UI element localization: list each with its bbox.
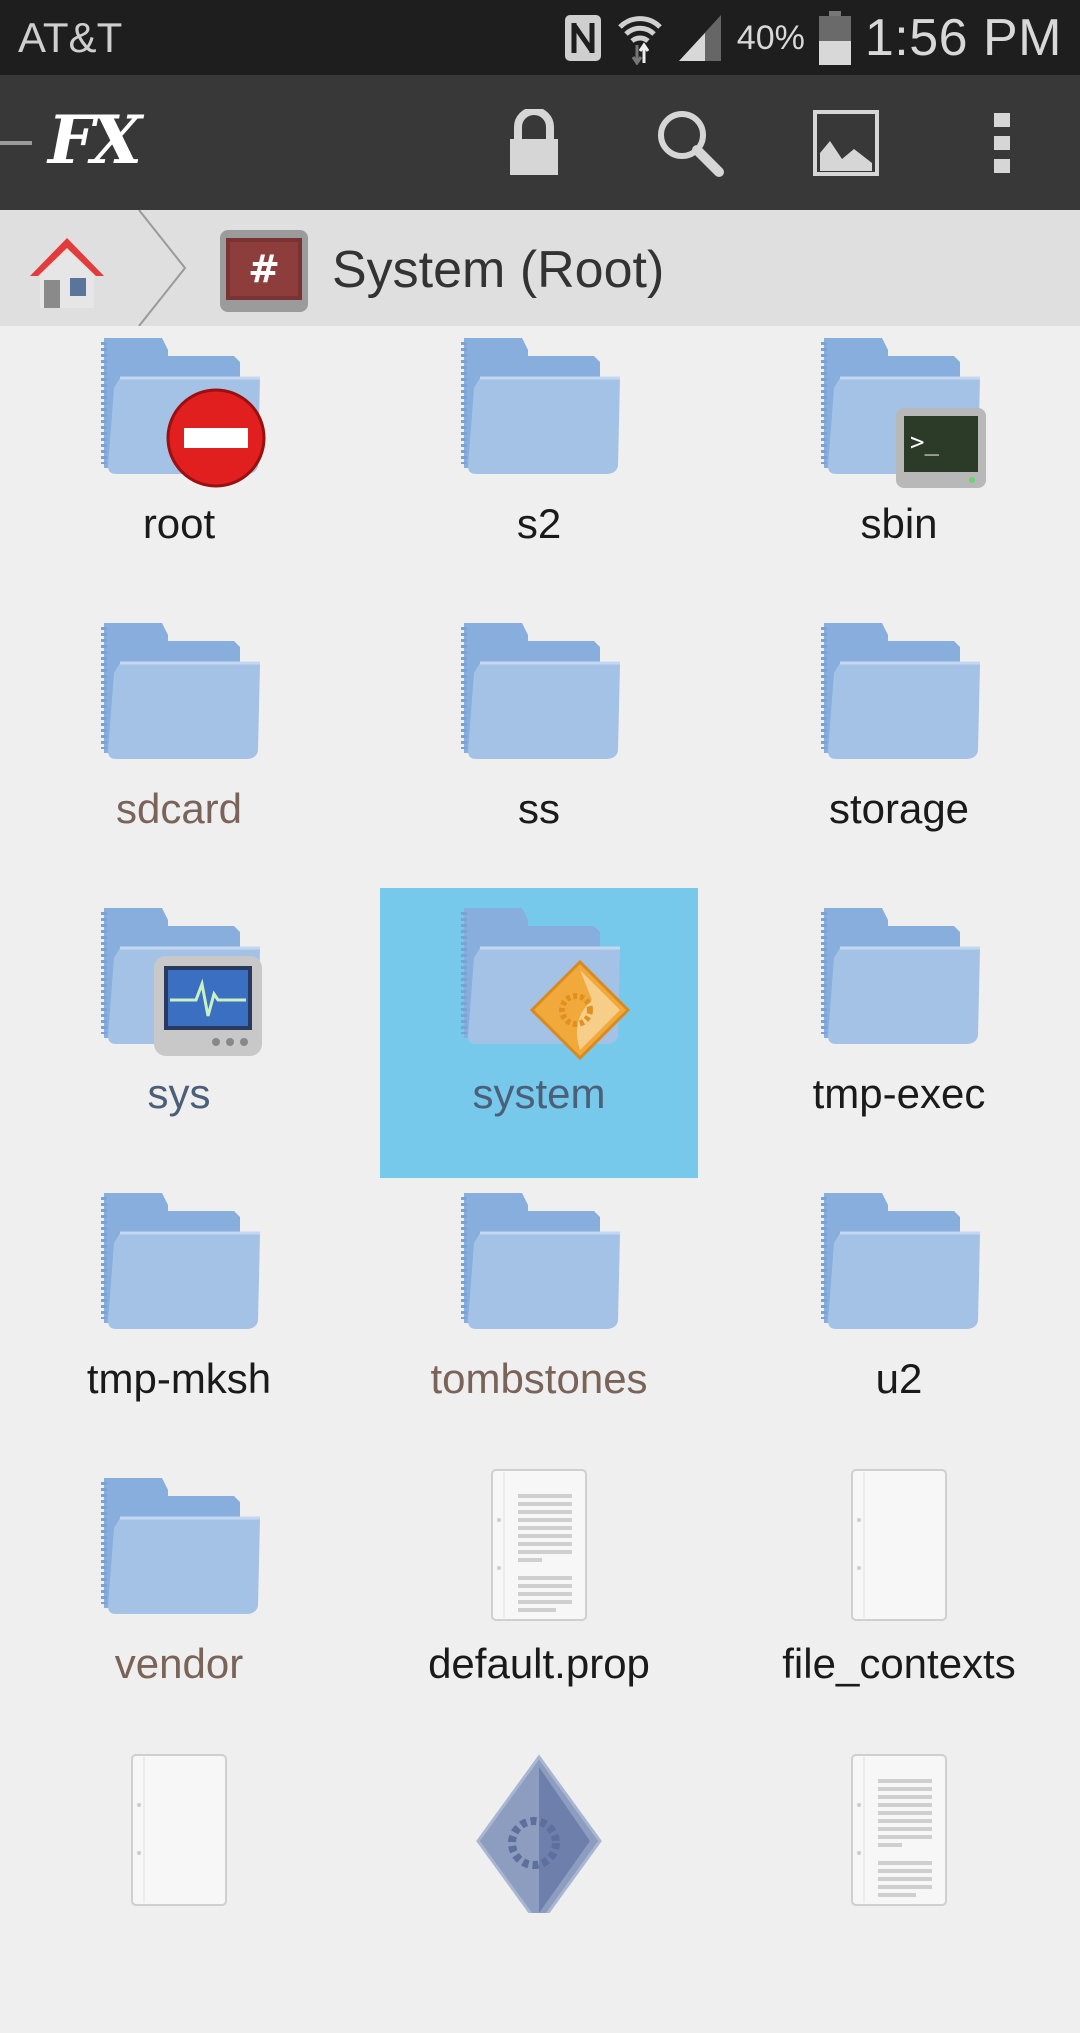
nfc-icon <box>564 15 601 61</box>
file-item[interactable]: default.prop <box>380 1458 698 1748</box>
root-hash-icon[interactable]: # <box>218 228 310 314</box>
battery-icon <box>818 11 851 65</box>
signal-icon <box>678 15 721 61</box>
text-file-icon <box>814 1753 984 1913</box>
gear-diamond-badge-icon <box>530 960 630 1060</box>
item-label: vendor <box>114 1640 244 1687</box>
folder-icon <box>814 1183 984 1343</box>
folder-item[interactable]: storage <box>740 603 1058 893</box>
folder-icon <box>454 328 624 488</box>
folder-item[interactable]: >_sbin <box>740 318 1058 608</box>
overflow-menu-button[interactable] <box>962 103 1042 183</box>
folder-item[interactable]: s2 <box>380 318 698 608</box>
lock-button[interactable] <box>494 103 574 183</box>
item-label: root <box>142 500 216 547</box>
overflow-menu-icon <box>994 113 1010 173</box>
folder-item[interactable]: sdcard <box>20 603 338 893</box>
file-item[interactable]: file_contexts <box>740 1458 1058 1748</box>
item-label: tombstones <box>430 1355 648 1402</box>
image-icon <box>813 110 879 176</box>
folder-item[interactable]: u2 <box>740 1173 1058 1463</box>
item-label: system <box>472 1070 606 1117</box>
blank-file-icon <box>94 1753 264 1913</box>
wifi-icon <box>617 16 662 65</box>
gallery-button[interactable] <box>806 103 886 183</box>
item-label: u2 <box>875 1355 923 1402</box>
folder-icon <box>94 328 266 488</box>
item-label: s2 <box>516 500 562 547</box>
folder-item[interactable]: tmp-exec <box>740 888 1058 1178</box>
folder-icon: >_ <box>814 328 986 488</box>
battery-percent: 40% <box>736 18 805 57</box>
folder-icon <box>94 1183 264 1343</box>
current-folder-label[interactable]: System (Root) <box>332 240 664 300</box>
text-file-icon <box>454 1468 624 1628</box>
action-bar: FX <box>0 75 1080 210</box>
folder-icon <box>454 898 630 1060</box>
breadcrumb-separator <box>138 210 187 326</box>
home-icon[interactable] <box>22 232 112 312</box>
drawer-indicator[interactable] <box>0 141 32 145</box>
item-label: tmp-exec <box>812 1070 986 1117</box>
status-bar: AT&T 40% 1:56 PM <box>0 0 1080 75</box>
executable-file-icon <box>454 1753 624 1928</box>
folder-icon <box>94 898 264 1058</box>
monitor-badge-icon <box>154 956 262 1056</box>
item-label: sdcard <box>115 785 243 832</box>
svg-text:>_: >_ <box>910 428 939 456</box>
clock: 1:56 PM <box>864 9 1062 67</box>
folder-item[interactable]: vendor <box>20 1458 338 1748</box>
svg-text:#: # <box>248 247 280 291</box>
search-icon <box>658 111 724 177</box>
lock-icon <box>510 109 558 175</box>
folder-icon <box>94 1468 264 1628</box>
folder-item[interactable]: tmp-mksh <box>20 1173 338 1463</box>
folder-icon <box>454 613 624 773</box>
folder-icon <box>454 1183 624 1343</box>
item-label: default.prop <box>428 1640 650 1687</box>
folder-item[interactable]: root <box>20 318 338 608</box>
item-label: storage <box>828 785 970 832</box>
search-button[interactable] <box>650 103 730 183</box>
folder-icon <box>814 613 984 773</box>
item-label: file_contexts <box>782 1640 1016 1687</box>
folder-icon <box>814 898 984 1058</box>
item-label: sys <box>147 1070 211 1117</box>
item-label: tmp-mksh <box>86 1355 272 1402</box>
blank-file-icon <box>814 1468 984 1628</box>
app-logo[interactable]: FX <box>48 101 142 179</box>
folder-icon <box>94 613 264 773</box>
item-label: ss <box>518 785 560 832</box>
carrier-name: AT&T <box>18 14 123 61</box>
terminal-badge-icon: >_ <box>896 408 986 488</box>
folder-item[interactable]: ss <box>380 603 698 893</box>
file-item[interactable] <box>20 1743 338 2033</box>
folder-item[interactable]: sys <box>20 888 338 1178</box>
no-entry-badge-icon <box>166 388 266 488</box>
file-item[interactable] <box>740 1743 1058 2033</box>
breadcrumb: # System (Root) <box>0 210 1080 326</box>
item-label: sbin <box>860 500 938 547</box>
file-item[interactable] <box>380 1743 698 2033</box>
folder-item[interactable]: system <box>380 888 698 1178</box>
folder-item[interactable]: tombstones <box>380 1173 698 1463</box>
